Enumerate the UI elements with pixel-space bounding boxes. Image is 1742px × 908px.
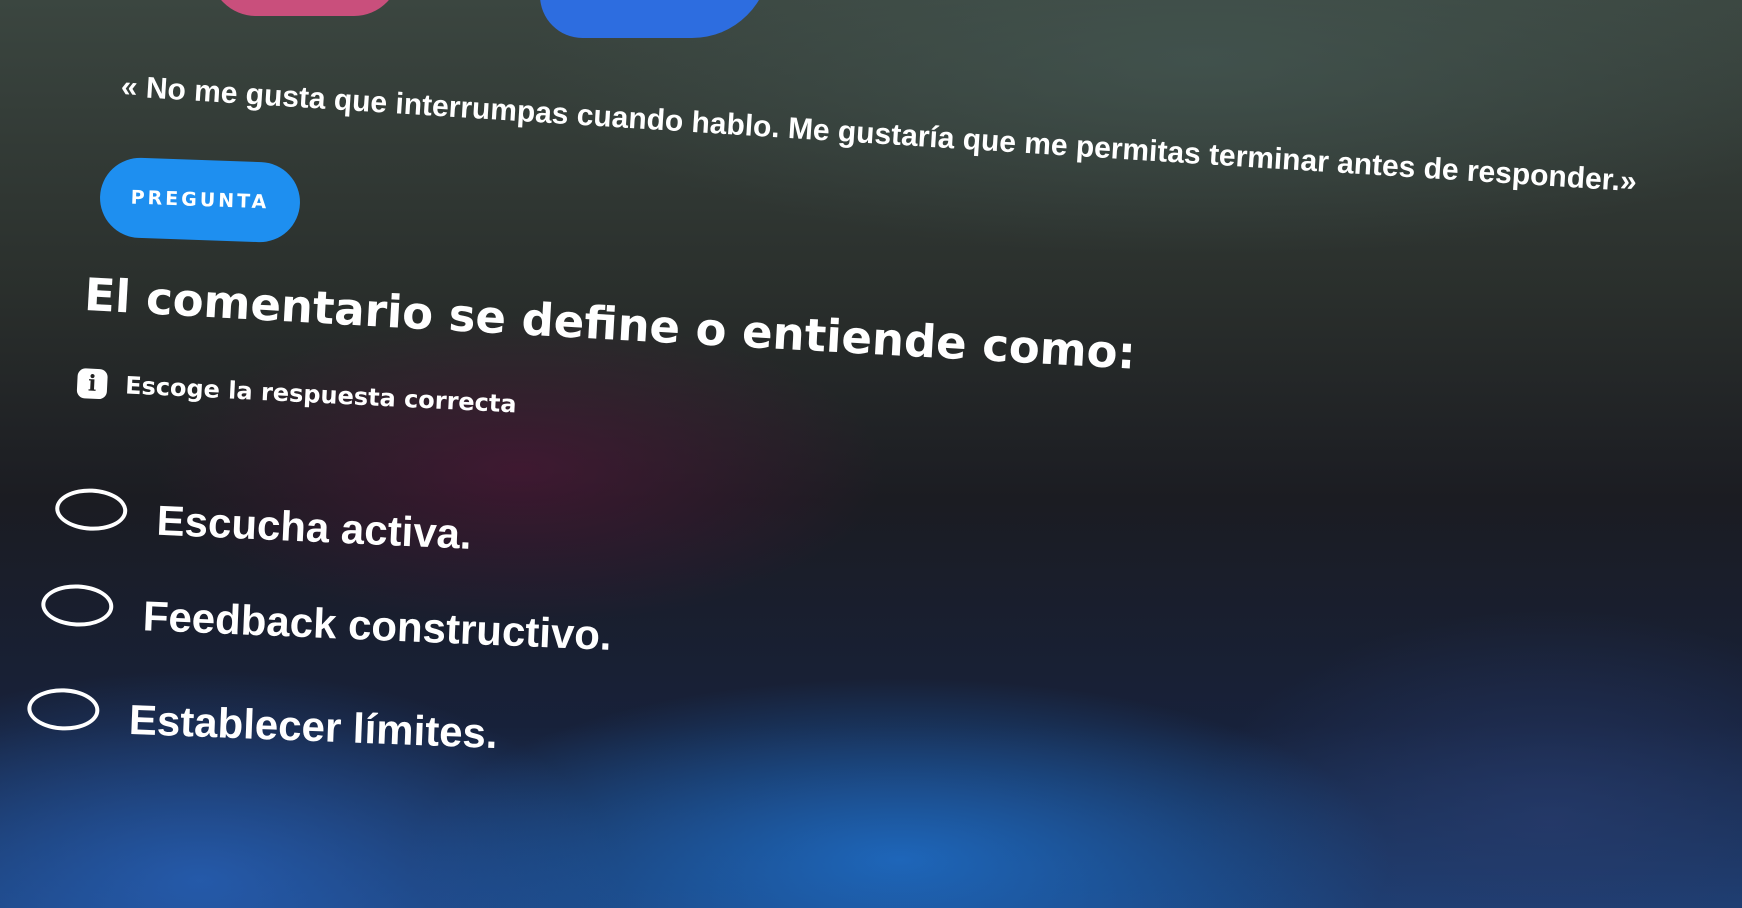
- option-label: Establecer límites.: [128, 695, 499, 758]
- answer-option-establecer-limites[interactable]: Establecer límites.: [26, 687, 499, 758]
- question-badge: PREGUNTA: [98, 156, 302, 244]
- question-prompt: El comentario se define o entiende como:: [83, 268, 1138, 380]
- question-quote: « No me gusta que interrumpas cuando hab…: [119, 70, 1638, 199]
- answer-hint: i Escoge la respuesta correcta: [76, 368, 518, 419]
- hint-text: Escoge la respuesta correcta: [124, 371, 518, 419]
- info-icon: i: [76, 368, 108, 400]
- radio-button[interactable]: [54, 487, 129, 533]
- answer-option-feedback-constructivo[interactable]: Feedback constructivo.: [40, 583, 613, 660]
- decorative-shape-blue: [540, 0, 770, 38]
- radio-button[interactable]: [40, 583, 115, 628]
- radio-button[interactable]: [26, 687, 101, 732]
- decorative-shape-pink: [210, 0, 400, 16]
- option-label: Feedback constructivo.: [141, 592, 613, 659]
- option-label: Escucha activa.: [155, 496, 473, 558]
- answer-option-escucha-activa[interactable]: Escucha activa.: [54, 487, 473, 559]
